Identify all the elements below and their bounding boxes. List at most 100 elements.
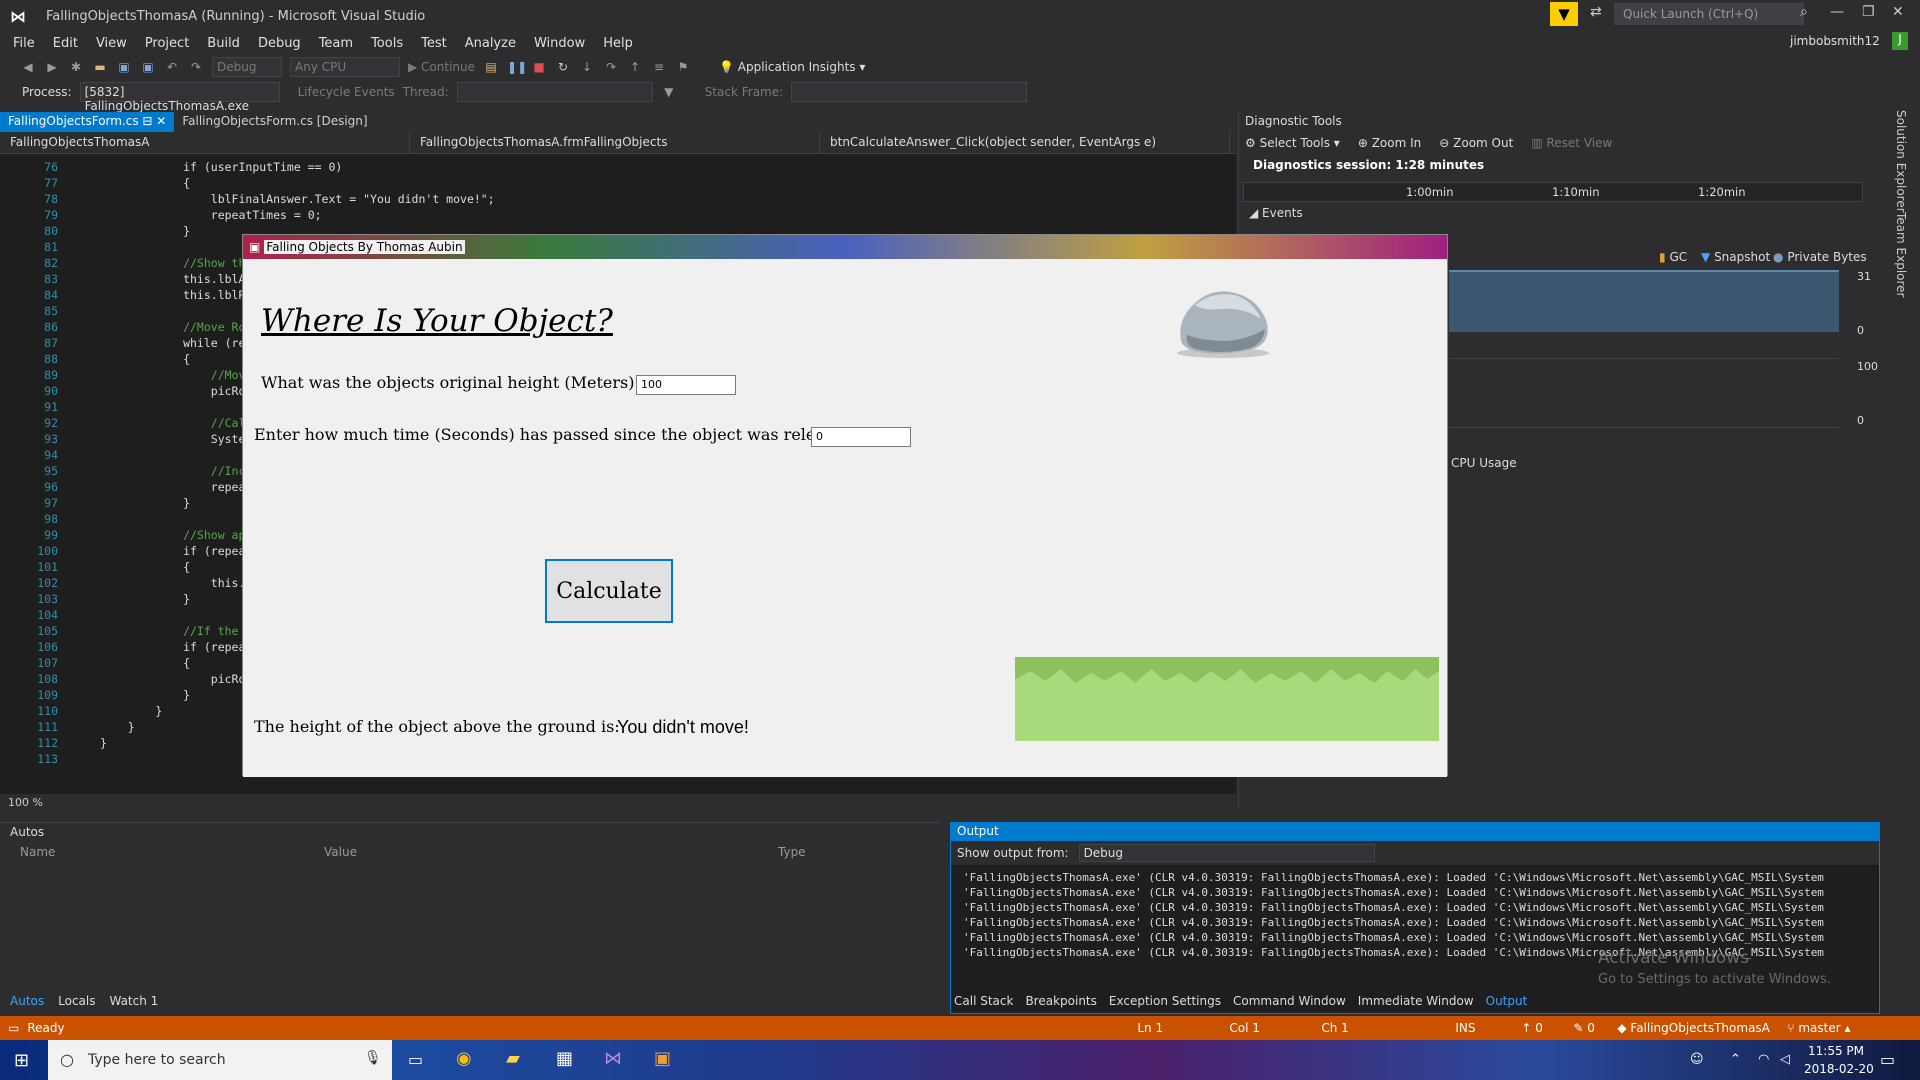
restart-icon[interactable]: ↻ bbox=[555, 59, 571, 75]
thread-select[interactable] bbox=[456, 82, 653, 102]
visual-studio-taskbar-icon[interactable]: ⋈ bbox=[604, 1048, 622, 1069]
filter-icon[interactable]: ▼ bbox=[661, 84, 677, 100]
stop-icon[interactable]: ■ bbox=[531, 59, 547, 75]
output-text[interactable]: 'FallingObjectsThomasA.exe' (CLR v4.0.30… bbox=[951, 865, 1879, 961]
autos-col-value[interactable]: Value bbox=[324, 845, 357, 859]
tab-form-design[interactable]: FallingObjectsForm.cs [Design] bbox=[174, 112, 375, 132]
tab-form-code[interactable]: FallingObjectsForm.cs ⊟ ✕ bbox=[0, 112, 175, 132]
clock-date[interactable]: 2018-02-20 bbox=[1804, 1062, 1874, 1076]
solution-explorer-tab[interactable]: Solution Explorer bbox=[1894, 110, 1908, 213]
notification-center-icon[interactable]: ▭ bbox=[1880, 1050, 1895, 1069]
time-input[interactable]: 0 bbox=[811, 427, 911, 447]
tab-autos[interactable]: Autos bbox=[10, 994, 44, 1008]
microphone-icon[interactable]: 🎙 bbox=[364, 1050, 382, 1066]
menu-debug[interactable]: Debug bbox=[249, 36, 310, 51]
menu-team[interactable]: Team bbox=[310, 36, 362, 51]
memory-chart[interactable] bbox=[1449, 270, 1839, 332]
menu-tools[interactable]: Tools bbox=[362, 36, 412, 51]
tab-call-stack[interactable]: Call Stack bbox=[954, 994, 1013, 1008]
browser-icon[interactable]: ▤ bbox=[483, 59, 499, 75]
select-tools-button[interactable]: ⚙ Select Tools ▾ bbox=[1245, 136, 1340, 152]
zoom-out-button[interactable]: ⊖ Zoom Out bbox=[1439, 136, 1513, 152]
stack-frame-select[interactable] bbox=[791, 82, 1028, 102]
undo-icon[interactable]: ↶ bbox=[164, 59, 180, 75]
pause-icon[interactable]: ❚❚ bbox=[507, 59, 527, 75]
tab-exception-settings[interactable]: Exception Settings bbox=[1109, 994, 1221, 1008]
chevron-up-icon[interactable]: ⌃ bbox=[1730, 1052, 1741, 1067]
process-select[interactable]: [5832] FallingObjectsThomasA.exe bbox=[79, 82, 280, 113]
windows-start-icon[interactable]: ⊞ bbox=[14, 1050, 29, 1071]
running-app-taskbar-icon[interactable]: ▣ bbox=[654, 1048, 671, 1069]
config-select[interactable]: Debug bbox=[212, 57, 282, 77]
comment-icon[interactable]: ≡ bbox=[651, 59, 667, 75]
close-icon[interactable]: ✕ bbox=[1892, 4, 1904, 20]
notifications-icon[interactable]: ⇄ bbox=[1590, 4, 1602, 20]
save-all-icon[interactable]: ▣ bbox=[140, 59, 156, 75]
clock-time[interactable]: 11:55 PM bbox=[1808, 1044, 1864, 1058]
bookmark-icon[interactable]: ⚑ bbox=[675, 59, 691, 75]
lifecycle-events-button[interactable]: Lifecycle Events bbox=[298, 85, 395, 99]
step-over-icon[interactable]: ↷ bbox=[603, 59, 619, 75]
new-project-icon[interactable]: ✱ bbox=[68, 59, 84, 75]
volume-icon[interactable]: ◁ bbox=[1780, 1052, 1790, 1067]
pending-changes[interactable]: ✎ 0 bbox=[1573, 1021, 1617, 1035]
menu-edit[interactable]: Edit bbox=[44, 36, 87, 51]
redo-icon[interactable]: ↷ bbox=[188, 59, 204, 75]
save-icon[interactable]: ▣ bbox=[116, 59, 132, 75]
tab-locals[interactable]: Locals bbox=[58, 994, 95, 1008]
unpushed-commits[interactable]: ↑ 0 bbox=[1521, 1021, 1573, 1035]
quick-launch-input[interactable]: Quick Launch (Ctrl+Q) bbox=[1614, 3, 1804, 25]
step-into-icon[interactable]: ↓ bbox=[579, 59, 595, 75]
cpu-chart[interactable] bbox=[1449, 358, 1839, 428]
autos-col-type[interactable]: Type bbox=[778, 845, 806, 859]
output-source-select[interactable]: Debug bbox=[1078, 844, 1375, 862]
wifi-icon[interactable]: ◠ bbox=[1758, 1052, 1769, 1067]
menu-analyze[interactable]: Analyze bbox=[456, 36, 525, 51]
user-name[interactable]: jimbobsmith12 bbox=[1790, 34, 1880, 48]
class-dropdown[interactable]: FallingObjectsThomasA.frmFallingObjects bbox=[410, 132, 820, 153]
cpu-usage-tab[interactable]: CPU Usage bbox=[1451, 456, 1517, 470]
branch-button[interactable]: ⑂ master ▴ bbox=[1787, 1021, 1850, 1035]
tab-command-window[interactable]: Command Window bbox=[1233, 994, 1346, 1008]
task-view-icon[interactable]: ▭ bbox=[408, 1050, 423, 1069]
open-file-icon[interactable]: ▬ bbox=[92, 59, 108, 75]
search-icon[interactable]: ⌕ bbox=[1800, 4, 1808, 20]
tab-watch-1[interactable]: Watch 1 bbox=[109, 994, 158, 1008]
people-icon[interactable]: ☺ bbox=[1690, 1052, 1704, 1067]
repository-button[interactable]: ◆ FallingObjectsThomasA bbox=[1617, 1021, 1787, 1035]
minimize-icon[interactable]: — bbox=[1830, 4, 1844, 20]
zoom-in-button[interactable]: ⊕ Zoom In bbox=[1358, 136, 1421, 152]
tab-breakpoints[interactable]: Breakpoints bbox=[1025, 994, 1096, 1008]
zoom-level[interactable]: 100 % bbox=[0, 795, 1236, 813]
application-insights-button[interactable]: 💡 Application Insights ▾ bbox=[719, 60, 865, 74]
menu-project[interactable]: Project bbox=[136, 36, 198, 51]
menu-help[interactable]: Help bbox=[594, 36, 642, 51]
back-icon[interactable]: ◀ bbox=[20, 59, 36, 75]
height-input[interactable]: 100 bbox=[636, 375, 736, 395]
team-explorer-tab[interactable]: Team Explorer bbox=[1894, 212, 1908, 298]
feedback-flag-icon[interactable]: ▼ bbox=[1550, 2, 1578, 26]
step-out-icon[interactable]: ↑ bbox=[627, 59, 643, 75]
menu-build[interactable]: Build bbox=[198, 36, 249, 51]
taskbar-search[interactable]: ○ Type here to search 🎙 bbox=[48, 1040, 392, 1080]
autos-col-name[interactable]: Name bbox=[20, 845, 55, 859]
file-explorer-icon[interactable]: ▰ bbox=[506, 1048, 520, 1069]
restore-icon[interactable]: ❐ bbox=[1862, 4, 1875, 20]
platform-select[interactable]: Any CPU bbox=[290, 57, 400, 77]
project-dropdown[interactable]: FallingObjectsThomasA bbox=[0, 132, 410, 153]
calculator-icon[interactable]: ▦ bbox=[556, 1048, 573, 1069]
calculate-button[interactable]: Calculate bbox=[545, 559, 673, 623]
member-dropdown[interactable]: btnCalculateAnswer_Click(object sender, … bbox=[820, 132, 1230, 153]
tab-output[interactable]: Output bbox=[1486, 994, 1528, 1008]
events-section[interactable]: ◢ Events bbox=[1249, 206, 1303, 220]
menu-window[interactable]: Window bbox=[525, 36, 594, 51]
tab-immediate-window[interactable]: Immediate Window bbox=[1358, 994, 1474, 1008]
avatar[interactable]: J bbox=[1892, 32, 1908, 50]
app-title-bar[interactable]: ▣ Falling Objects By Thomas Aubin bbox=[243, 235, 1447, 259]
diagnostics-timeline[interactable]: 1:00min 1:10min 1:20min bbox=[1243, 182, 1863, 202]
continue-button[interactable]: ▶ Continue bbox=[408, 60, 475, 74]
menu-file[interactable]: File bbox=[4, 36, 44, 51]
reset-view-button[interactable]: ▥ Reset View bbox=[1531, 136, 1612, 152]
menu-view[interactable]: View bbox=[87, 36, 136, 51]
chrome-icon[interactable]: ◉ bbox=[456, 1048, 472, 1069]
